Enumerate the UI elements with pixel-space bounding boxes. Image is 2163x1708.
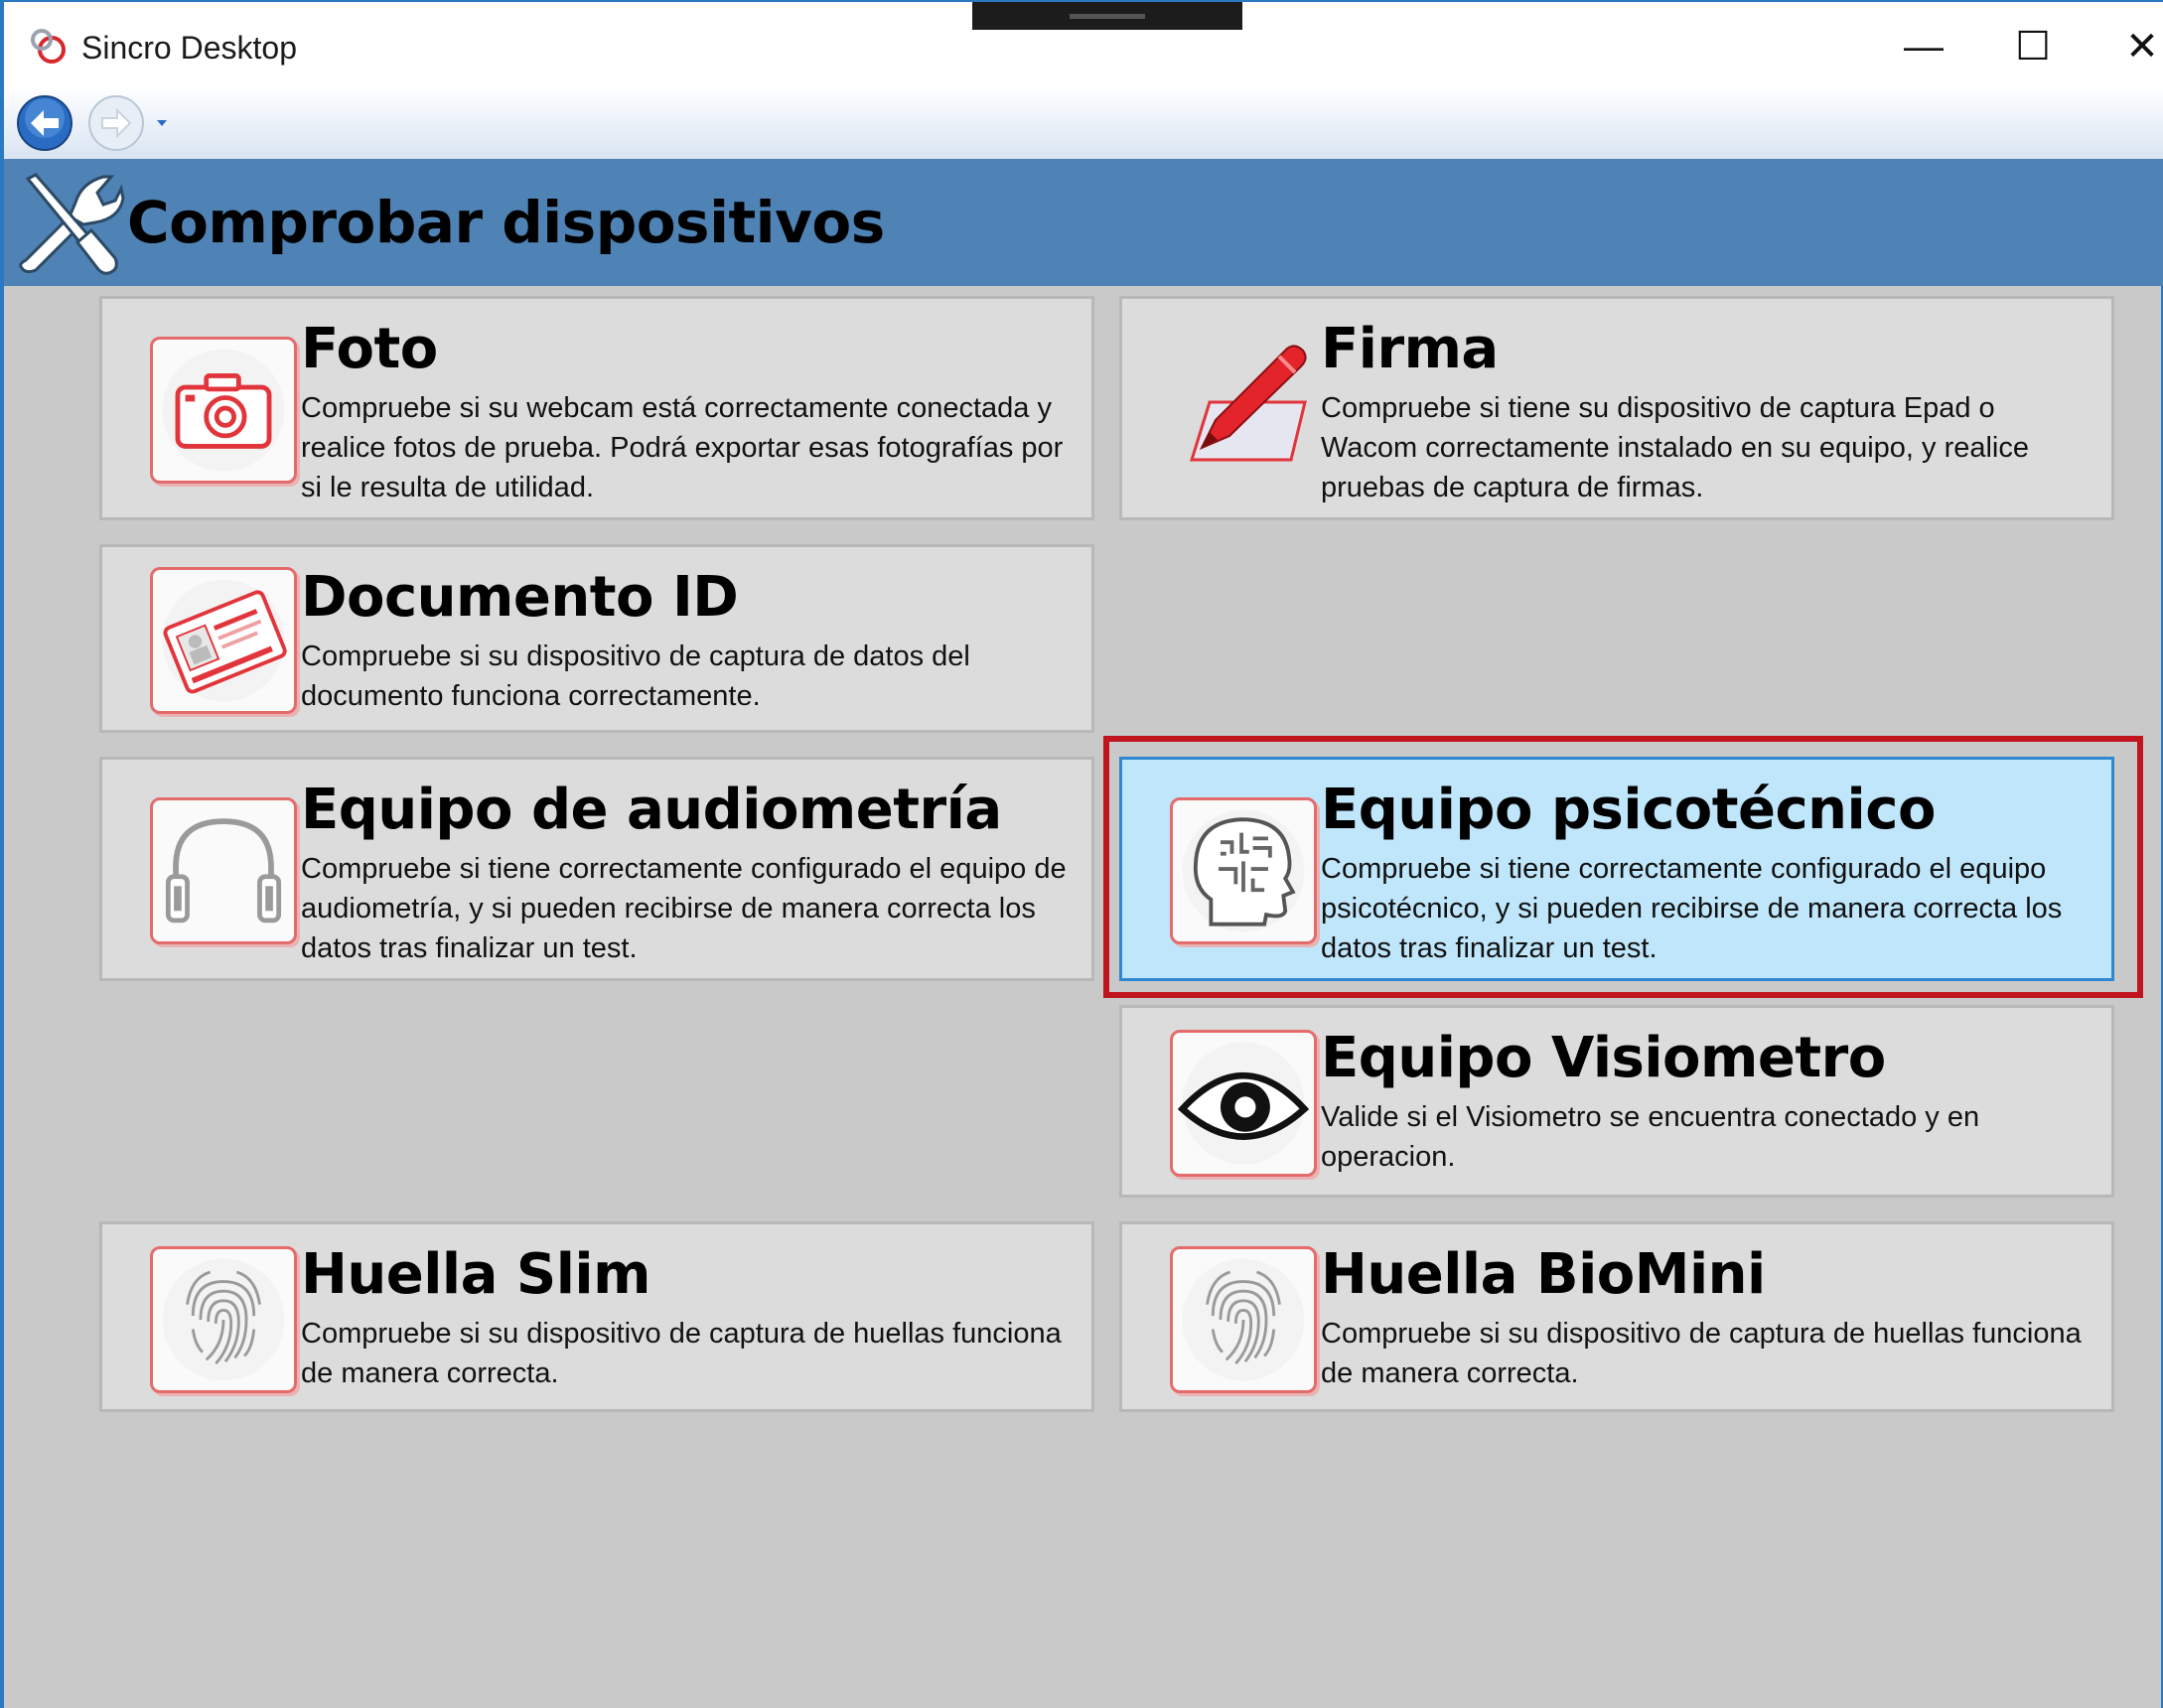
fingerprint-icon: [150, 1246, 297, 1393]
app-logo-icon: [26, 24, 70, 68]
pen-signature-icon: [1170, 337, 1317, 484]
tile-description: Valide si el Visiometro se encuentra con…: [1321, 1101, 1980, 1173]
eye-icon: [1170, 1030, 1317, 1177]
tile-firma[interactable]: Firma Compruebe si tiene su dispositivo …: [1119, 296, 2114, 520]
highlight-annotation: [1103, 736, 2143, 998]
page-header: Comprobar dispositivos: [4, 159, 2163, 286]
close-button[interactable]: ✕: [2097, 16, 2163, 77]
page-title: Comprobar dispositivos: [127, 189, 885, 256]
tile-title: Documento ID: [301, 565, 739, 630]
close-icon: ✕: [2125, 25, 2159, 69]
camera-icon: [150, 337, 297, 484]
headphones-icon: [150, 797, 297, 944]
tile-description: Compruebe si su webcam está correctament…: [301, 392, 1064, 503]
redaction-bar-inner: [1070, 14, 1145, 19]
tile-description: Compruebe si su dispositivo de captura d…: [1321, 1318, 2082, 1389]
fingerprint-icon: [1170, 1246, 1317, 1393]
app-window: Sincro Desktop — ☐ ✕ Comprobar dispositi…: [0, 0, 2163, 1708]
maximize-button[interactable]: ☐: [1988, 16, 2078, 77]
id-card-icon: [150, 567, 297, 714]
tile-huella-biomini[interactable]: Huella BioMini Compruebe si su dispositi…: [1119, 1221, 2114, 1412]
tile-audiometria[interactable]: Equipo de audiometría Compruebe si tiene…: [99, 757, 1094, 981]
tile-title: Equipo de audiometría: [301, 778, 1002, 842]
tile-visiometro[interactable]: Equipo Visiometro Valide si el Visiometr…: [1119, 1005, 2114, 1198]
tile-title: Foto: [301, 317, 438, 381]
tile-huella-slim[interactable]: Huella Slim Compruebe si su dispositivo …: [99, 1221, 1094, 1412]
tile-description: Compruebe si tiene correctamente configu…: [301, 853, 1067, 964]
minimize-button[interactable]: —: [1879, 16, 1968, 77]
tile-foto[interactable]: Foto Compruebe si su webcam está correct…: [99, 296, 1094, 520]
minimize-icon: —: [1904, 24, 1944, 69]
window-title: Sincro Desktop: [81, 30, 297, 66]
tile-documento-id[interactable]: Documento ID Compruebe si su dispositivo…: [99, 544, 1094, 733]
back-arrow-icon[interactable]: [16, 94, 73, 152]
tile-description: Compruebe si su dispositivo de captura d…: [301, 640, 970, 712]
tile-title: Huella Slim: [301, 1242, 650, 1307]
history-dropdown-icon[interactable]: [155, 116, 169, 130]
redaction-bar: [972, 2, 1242, 30]
maximize-icon: ☐: [2015, 25, 2051, 69]
tile-description: Compruebe si su dispositivo de captura d…: [301, 1318, 1062, 1389]
tile-description: Compruebe si tiene su dispositivo de cap…: [1321, 392, 2030, 503]
tile-title: Equipo Visiometro: [1321, 1026, 1886, 1090]
tools-icon: [12, 165, 129, 280]
tile-title: Firma: [1321, 317, 1499, 381]
forward-arrow-icon[interactable]: [87, 94, 145, 152]
tile-title: Huella BioMini: [1321, 1242, 1766, 1307]
navigation-bar: [4, 86, 2163, 159]
